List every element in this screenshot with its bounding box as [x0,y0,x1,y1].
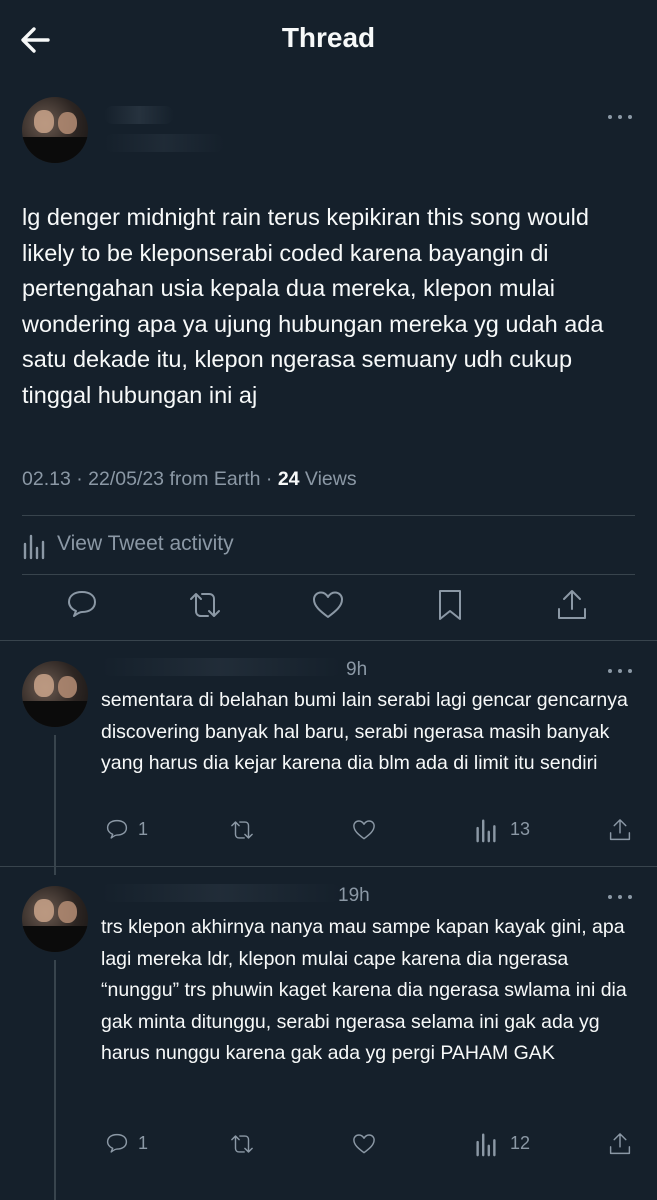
reply-text: sementara di belahan bumi lain serabi la… [101,689,628,774]
views-button[interactable]: 12 [474,1131,534,1157]
reply-icon [106,819,128,839]
reply-count: 1 [138,1133,149,1153]
share-icon [558,590,586,619]
views-icon [476,819,496,843]
divider [0,866,657,867]
divider [22,574,635,575]
reply-icon [106,1133,128,1153]
views-count: 24 [277,468,300,490]
header: Thread [0,0,657,80]
like-button[interactable] [310,587,346,623]
retweet-button[interactable] [187,587,223,623]
page-title: Thread [281,22,376,53]
reply-time: 19h [338,885,370,906]
views-label: Views [299,468,357,490]
reply-time: 9h [346,659,368,680]
like-icon [353,820,375,840]
retweet-button[interactable] [228,1131,256,1157]
like-button[interactable] [350,817,378,843]
more-icon[interactable] [608,666,634,676]
retweet-button[interactable] [228,817,256,843]
like-icon [353,1134,375,1154]
reply-avatar[interactable] [22,886,88,952]
divider [22,515,635,516]
reply-count: 1 [138,819,149,839]
like-icon [313,591,343,618]
share-icon [609,819,631,841]
views-button[interactable]: 13 [474,817,534,843]
reply-icon [68,591,96,617]
share-button[interactable] [607,1131,633,1157]
reply-button[interactable]: 1 [104,1131,154,1157]
author-handle-redacted [104,134,224,152]
thread-line [54,960,56,1200]
reply-author-redacted [101,884,341,902]
reply-author-redacted [101,658,341,676]
retweet-icon [231,821,253,839]
bookmark-icon [439,590,461,620]
share-icon [609,1133,631,1155]
reply-text: trs klepon akhirnya nanya mau sampe kapa… [101,916,627,1064]
share-button[interactable] [554,587,590,623]
reply-button[interactable]: 1 [104,817,154,843]
share-button[interactable] [607,817,633,843]
author-name-redacted [104,106,174,124]
views-icon [476,1133,496,1157]
thread-line [54,735,56,875]
bar-chart-icon [23,534,45,560]
views-count: 13 [510,819,531,839]
retweet-icon [190,593,220,617]
author-avatar[interactable] [22,97,88,163]
tweet-timestamp: 02.13 · 22/05/23 from Earth · [22,468,278,490]
tweet-text: lg denger midnight rain terus kepikiran … [22,204,604,408]
like-button[interactable] [350,1131,378,1157]
reply-button[interactable] [64,587,100,623]
retweet-icon [231,1135,253,1153]
bookmark-button[interactable] [432,587,468,623]
views-count: 12 [510,1133,531,1153]
view-tweet-activity-label: View Tweet activity [57,532,234,555]
more-icon[interactable] [608,892,634,902]
more-icon[interactable] [608,112,634,122]
divider [0,640,657,641]
reply-avatar[interactable] [22,661,88,727]
tweet-meta: 02.13 · 22/05/23 from Earth · 24 Views [22,468,357,491]
